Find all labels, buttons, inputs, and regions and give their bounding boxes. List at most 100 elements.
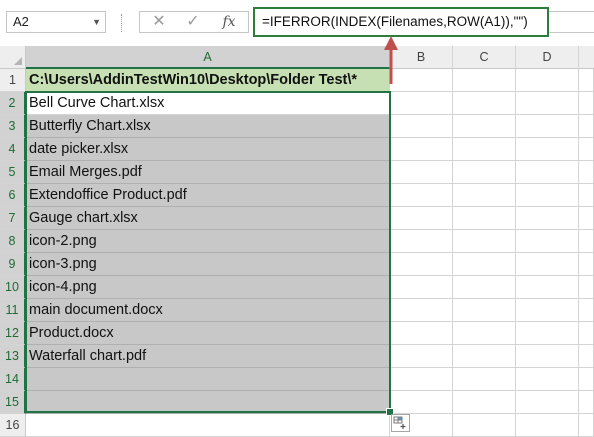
cell-a2[interactable]: Bell Curve Chart.xlsx bbox=[26, 92, 390, 115]
cell-e6[interactable] bbox=[579, 184, 594, 207]
cell-c6[interactable] bbox=[453, 184, 516, 207]
cell-e10[interactable] bbox=[579, 276, 594, 299]
row-header-6[interactable]: 6 bbox=[0, 184, 26, 207]
cell-c3[interactable] bbox=[453, 115, 516, 138]
cell-c11[interactable] bbox=[453, 299, 516, 322]
cell-d2[interactable] bbox=[516, 92, 579, 115]
cell-d8[interactable] bbox=[516, 230, 579, 253]
column-header-e[interactable] bbox=[579, 46, 594, 69]
cell-d12[interactable] bbox=[516, 322, 579, 345]
column-header-b[interactable]: B bbox=[390, 46, 453, 69]
row-header-4[interactable]: 4 bbox=[0, 138, 26, 161]
cell-e7[interactable] bbox=[579, 207, 594, 230]
row-header-3[interactable]: 3 bbox=[0, 115, 26, 138]
cell-d1[interactable] bbox=[516, 69, 579, 92]
column-header-c[interactable]: C bbox=[453, 46, 516, 69]
cell-d5[interactable] bbox=[516, 161, 579, 184]
chevron-down-icon[interactable]: ▼ bbox=[92, 12, 101, 32]
cell-d16[interactable] bbox=[516, 414, 579, 437]
cell-e16[interactable] bbox=[579, 414, 594, 437]
cell-d4[interactable] bbox=[516, 138, 579, 161]
cell-d15[interactable] bbox=[516, 391, 579, 414]
row-header-9[interactable]: 9 bbox=[0, 253, 26, 276]
cell-a11[interactable]: main document.docx bbox=[26, 299, 390, 322]
row-header-10[interactable]: 10 bbox=[0, 276, 26, 299]
cell-b1[interactable] bbox=[390, 69, 453, 92]
cell-b2[interactable] bbox=[390, 92, 453, 115]
row-header-5[interactable]: 5 bbox=[0, 161, 26, 184]
cell-b13[interactable] bbox=[390, 345, 453, 368]
row-header-11[interactable]: 11 bbox=[0, 299, 26, 322]
row-header-2[interactable]: 2 bbox=[0, 92, 26, 115]
row-header-12[interactable]: 12 bbox=[0, 322, 26, 345]
cell-e13[interactable] bbox=[579, 345, 594, 368]
cell-b6[interactable] bbox=[390, 184, 453, 207]
cell-b9[interactable] bbox=[390, 253, 453, 276]
select-all-button[interactable] bbox=[0, 46, 26, 69]
cell-d13[interactable] bbox=[516, 345, 579, 368]
cell-e5[interactable] bbox=[579, 161, 594, 184]
row-header-1[interactable]: 1 bbox=[0, 69, 26, 92]
cell-e12[interactable] bbox=[579, 322, 594, 345]
cell-d9[interactable] bbox=[516, 253, 579, 276]
cell-e1[interactable] bbox=[579, 69, 594, 92]
cell-a7[interactable]: Gauge chart.xlsx bbox=[26, 207, 390, 230]
cell-b15[interactable] bbox=[390, 391, 453, 414]
cell-a4[interactable]: date picker.xlsx bbox=[26, 138, 390, 161]
enter-icon[interactable]: ✓ bbox=[178, 12, 208, 32]
cell-d10[interactable] bbox=[516, 276, 579, 299]
cell-b10[interactable] bbox=[390, 276, 453, 299]
cell-c12[interactable] bbox=[453, 322, 516, 345]
row-header-13[interactable]: 13 bbox=[0, 345, 26, 368]
cell-b12[interactable] bbox=[390, 322, 453, 345]
cell-e2[interactable] bbox=[579, 92, 594, 115]
row-header-7[interactable]: 7 bbox=[0, 207, 26, 230]
cell-c2[interactable] bbox=[453, 92, 516, 115]
row-header-15[interactable]: 15 bbox=[0, 391, 26, 414]
cell-a1[interactable]: C:\Users\AddinTestWin10\Desktop\Folder T… bbox=[26, 69, 390, 92]
cell-a12[interactable]: Product.docx bbox=[26, 322, 390, 345]
cell-d7[interactable] bbox=[516, 207, 579, 230]
column-header-a[interactable]: A bbox=[26, 46, 390, 69]
quick-analysis-icon[interactable] bbox=[391, 414, 410, 432]
cancel-icon[interactable]: ✕ bbox=[144, 12, 174, 32]
cell-d14[interactable] bbox=[516, 368, 579, 391]
row-header-16[interactable]: 16 bbox=[0, 414, 26, 437]
cell-c9[interactable] bbox=[453, 253, 516, 276]
name-box[interactable]: A2 ▼ bbox=[6, 11, 106, 33]
cell-b5[interactable] bbox=[390, 161, 453, 184]
cell-c14[interactable] bbox=[453, 368, 516, 391]
formula-bar-grip[interactable] bbox=[121, 14, 124, 32]
column-header-d[interactable]: D bbox=[516, 46, 579, 69]
cell-d6[interactable] bbox=[516, 184, 579, 207]
cell-a15[interactable] bbox=[26, 391, 390, 414]
cell-b11[interactable] bbox=[390, 299, 453, 322]
cell-e11[interactable] bbox=[579, 299, 594, 322]
cell-e9[interactable] bbox=[579, 253, 594, 276]
insert-function-icon[interactable]: fx bbox=[214, 12, 244, 32]
cell-e3[interactable] bbox=[579, 115, 594, 138]
cell-b8[interactable] bbox=[390, 230, 453, 253]
cell-c15[interactable] bbox=[453, 391, 516, 414]
cell-c16[interactable] bbox=[453, 414, 516, 437]
cell-a10[interactable]: icon-4.png bbox=[26, 276, 390, 299]
cell-a13[interactable]: Waterfall chart.pdf bbox=[26, 345, 390, 368]
cell-a5[interactable]: Email Merges.pdf bbox=[26, 161, 390, 184]
cell-b3[interactable] bbox=[390, 115, 453, 138]
cell-d11[interactable] bbox=[516, 299, 579, 322]
cell-e15[interactable] bbox=[579, 391, 594, 414]
cell-d3[interactable] bbox=[516, 115, 579, 138]
formula-input[interactable]: =IFERROR(INDEX(Filenames,ROW(A1)),"") bbox=[253, 7, 549, 37]
cell-c4[interactable] bbox=[453, 138, 516, 161]
cell-a6[interactable]: Extendoffice Product.pdf bbox=[26, 184, 390, 207]
row-header-14[interactable]: 14 bbox=[0, 368, 26, 391]
cell-a14[interactable] bbox=[26, 368, 390, 391]
row-header-8[interactable]: 8 bbox=[0, 230, 26, 253]
cell-b4[interactable] bbox=[390, 138, 453, 161]
cell-e8[interactable] bbox=[579, 230, 594, 253]
cell-b7[interactable] bbox=[390, 207, 453, 230]
cell-e14[interactable] bbox=[579, 368, 594, 391]
cell-a8[interactable]: icon-2.png bbox=[26, 230, 390, 253]
cell-c8[interactable] bbox=[453, 230, 516, 253]
cell-c1[interactable] bbox=[453, 69, 516, 92]
